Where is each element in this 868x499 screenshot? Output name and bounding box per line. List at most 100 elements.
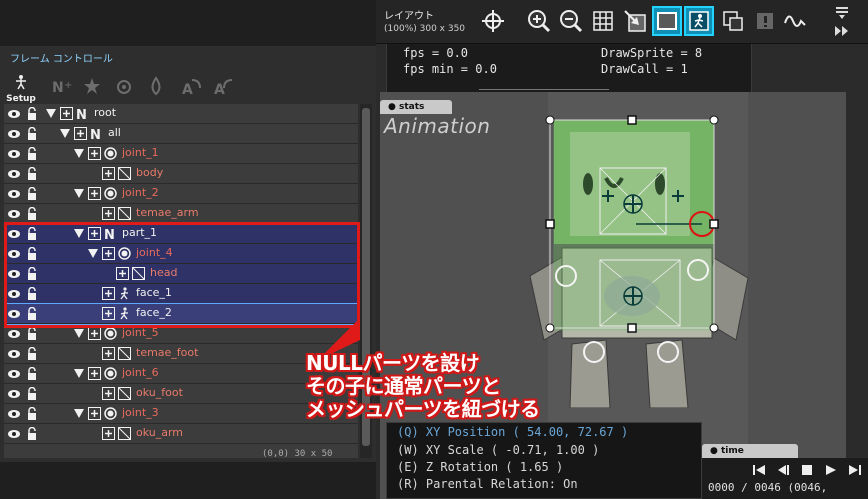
add-effect-icon[interactable] [82,76,106,98]
tree-row-joint-2[interactable]: joint_2 [4,184,358,204]
lock-icon[interactable] [27,187,37,200]
play-icon[interactable] [824,464,838,476]
plus-box-icon[interactable] [88,227,101,240]
plus-box-icon[interactable] [102,167,115,180]
zoom-out-button[interactable] [558,8,584,34]
skip-start-icon[interactable] [752,464,766,476]
tree-row-all[interactable]: Nall [4,124,358,144]
visibility-eye-icon[interactable] [7,209,21,219]
setup-button[interactable]: Setup [6,74,36,104]
visibility-eye-icon[interactable] [7,109,21,119]
tree-row-head[interactable]: head [4,264,358,284]
frame-toggle-button[interactable] [652,6,682,36]
info-button[interactable] [752,8,778,34]
tree-row-temae-foot[interactable]: temae_foot [4,344,358,364]
lock-icon[interactable] [27,407,37,420]
lock-icon[interactable] [27,307,37,320]
zoom-in-button[interactable] [526,8,552,34]
visibility-eye-icon[interactable] [7,129,21,139]
crosshair-tool-button[interactable] [480,8,506,34]
lock-icon[interactable] [27,267,37,280]
lock-icon[interactable] [27,247,37,260]
stats-tab[interactable]: ● stats [380,100,452,114]
visibility-eye-icon[interactable] [7,369,21,379]
lock-icon[interactable] [27,127,37,140]
plus-box-icon[interactable] [88,327,101,340]
curve-button[interactable] [782,8,808,34]
lock-icon[interactable] [27,287,37,300]
lock-icon[interactable] [27,387,37,400]
tree-row-temae-arm[interactable]: temae_arm [4,204,358,224]
rotate-a-icon[interactable]: A [180,76,204,98]
time-tab[interactable]: ● time [702,444,798,458]
figure-toggle-button[interactable] [684,6,714,36]
lock-icon[interactable] [27,147,37,160]
tree-row-joint-5[interactable]: joint_5 [4,324,358,344]
tree-row-joint-3[interactable]: joint_3 [4,404,358,424]
add-drop-icon[interactable] [146,76,170,98]
expand-triangle-icon[interactable] [60,129,70,138]
tree-row-face-2[interactable]: face_2 [4,303,358,325]
visibility-eye-icon[interactable] [7,349,21,359]
plus-box-icon[interactable] [102,247,115,260]
skip-end-icon[interactable] [848,464,862,476]
plus-box-icon[interactable] [102,287,115,300]
visibility-eye-icon[interactable] [7,409,21,419]
expand-triangle-icon[interactable] [74,149,84,158]
tree-row-face-1[interactable]: face_1 [4,284,358,304]
visibility-eye-icon[interactable] [7,309,21,319]
plus-box-icon[interactable] [102,347,115,360]
expand-triangle-icon[interactable] [74,369,84,378]
tree-row-joint-6[interactable]: joint_6 [4,364,358,384]
visibility-eye-icon[interactable] [7,189,21,199]
plus-box-icon[interactable] [88,147,101,160]
frame-tree[interactable]: Nroot Nall joint_1 body joint_2 temae_arm Npar… [4,104,358,458]
plus-box-icon[interactable] [102,207,115,220]
visibility-eye-icon[interactable] [7,149,21,159]
plus-box-icon[interactable] [88,367,101,380]
tree-row-joint-4[interactable]: joint_4 [4,244,358,264]
tree-row-oku-arm[interactable]: oku_arm [4,424,358,444]
plus-box-icon[interactable] [102,427,115,440]
lock-icon[interactable] [27,327,37,340]
plus-box-icon[interactable] [88,187,101,200]
menu-icon[interactable] [834,4,850,20]
plus-box-icon[interactable] [116,267,129,280]
grid-button[interactable] [590,8,616,34]
stop-icon[interactable] [800,464,814,476]
fast-forward-icon[interactable] [834,24,850,38]
layer-button[interactable] [720,8,746,34]
lock-icon[interactable] [27,207,37,220]
lock-icon[interactable] [27,347,37,360]
tree-row-body[interactable]: body [4,164,358,184]
lock-icon[interactable] [27,367,37,380]
tree-row-root[interactable]: Nroot [4,104,358,124]
plus-box-icon[interactable] [74,127,87,140]
tree-row-joint-1[interactable]: joint_1 [4,144,358,164]
step-back-icon[interactable] [776,464,790,476]
visibility-eye-icon[interactable] [7,229,21,239]
plus-box-icon[interactable] [60,107,73,120]
expand-triangle-icon[interactable] [74,189,84,198]
lock-icon[interactable] [27,427,37,440]
lock-icon[interactable] [27,167,37,180]
tree-row-oku-foot[interactable]: oku_foot [4,384,358,404]
tree-row-part-1[interactable]: Npart_1 [4,224,358,244]
plus-box-icon[interactable] [102,307,115,320]
add-null-icon[interactable]: N + [50,76,74,98]
lock-icon[interactable] [27,107,37,120]
visibility-eye-icon[interactable] [7,169,21,179]
expand-triangle-icon[interactable] [74,329,84,338]
expand-triangle-icon[interactable] [74,229,84,238]
add-joint-icon[interactable] [114,76,138,98]
visibility-eye-icon[interactable] [7,429,21,439]
expand-triangle-icon[interactable] [74,409,84,418]
expand-triangle-icon[interactable] [88,249,98,258]
visibility-eye-icon[interactable] [7,389,21,399]
rotate-a-alt-icon[interactable]: A [212,76,236,98]
lock-icon[interactable] [27,227,37,240]
visibility-eye-icon[interactable] [7,249,21,259]
visibility-eye-icon[interactable] [7,289,21,299]
plus-box-icon[interactable] [102,387,115,400]
robot-character[interactable] [510,108,770,408]
